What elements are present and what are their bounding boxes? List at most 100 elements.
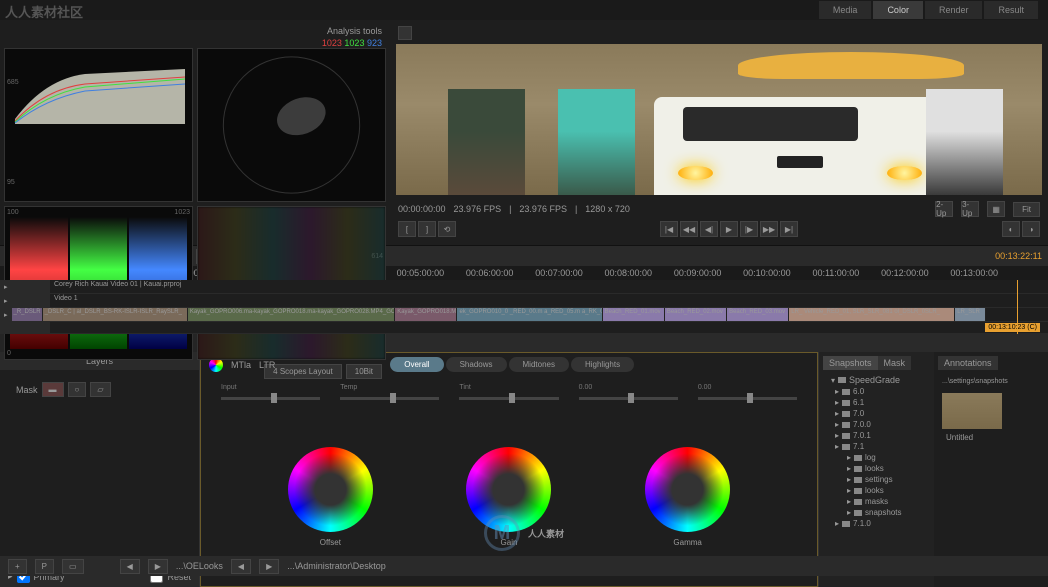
bb-path2: ...\Administrator\Desktop (287, 561, 386, 571)
wheel-offset[interactable] (288, 447, 373, 532)
tree-item[interactable]: ▸ 7.0 (823, 408, 930, 419)
timeline-clip[interactable]: Kayak_GOPRO006.ma-kayak_GOPRO018.ma-kaya… (188, 308, 395, 321)
viewer-fps1: 23.976 FPS (454, 204, 502, 214)
tree-item[interactable]: ▸ 6.0 (823, 386, 930, 397)
slider-4[interactable] (579, 397, 678, 400)
viewer-opt1-button[interactable]: ◐ (1002, 221, 1020, 237)
out-point-button[interactable]: ] (418, 221, 436, 237)
tree-root[interactable]: ▾ SpeedGrade (823, 374, 930, 386)
bb-nav-back[interactable]: ◀ (120, 559, 140, 574)
tab-result[interactable]: Result (984, 1, 1038, 19)
tree-item[interactable]: ▸ masks (823, 496, 930, 507)
tree-item[interactable]: ▸ settings (823, 474, 930, 485)
bb-opt2[interactable]: ▭ (62, 559, 84, 574)
bb-nav-back2[interactable]: ◀ (231, 559, 251, 574)
fit-dropdown[interactable]: Fit (1013, 202, 1040, 217)
viewer-opt2-button[interactable]: ◑ (1022, 221, 1040, 237)
tab-media[interactable]: Media (819, 1, 872, 19)
top-bar: Media Color Render Result (0, 0, 1048, 20)
up3-button[interactable]: 3-Up (961, 201, 979, 217)
rgb-g: 1023 (344, 38, 364, 48)
tree-item[interactable]: ▸ 6.1 (823, 397, 930, 408)
viewer-timecode: 00:00:00:00 (398, 204, 446, 214)
tree-item[interactable]: ▸ looks (823, 463, 930, 474)
goto-end-button[interactable]: ▶| (780, 221, 798, 237)
playhead[interactable] (1017, 280, 1018, 334)
slider-tint[interactable] (459, 397, 558, 400)
ffwd-button[interactable]: ▶▶ (760, 221, 778, 237)
up2-button[interactable]: 2-Up (935, 201, 953, 217)
track-head-v1[interactable]: ▸ (0, 294, 50, 307)
mtla-label[interactable]: MTla (231, 360, 251, 370)
timeline-clip[interactable]: Beach_RED_02.mov (665, 308, 727, 321)
ltr-label[interactable]: LTR (259, 360, 275, 370)
rewind-button[interactable]: ◀◀ (680, 221, 698, 237)
rgb-r: 1023 (322, 38, 342, 48)
mode-highlights[interactable]: Highlights (571, 357, 634, 372)
tl-tc-readout: 00:13:10:23 (C) (985, 323, 1040, 332)
viewer-panel: 00:00:00:00 23.976 FPS| 23.976 FPS| 1280… (390, 20, 1048, 245)
play-button[interactable]: ▶ (720, 221, 738, 237)
viewer-fps2: 23.976 FPS (519, 204, 567, 214)
viewer-res: 1280 x 720 (585, 204, 630, 214)
scopes-panel: Analysis tools 1023 1023 923 685 95 100 … (0, 20, 390, 245)
tree-item[interactable]: ▸ 7.1.0 (823, 518, 930, 529)
rtab-snapshots[interactable]: Snapshots (823, 356, 878, 370)
loop-button[interactable]: ⟲ (438, 221, 456, 237)
snapshot-path: ...\settings\snapshots (938, 374, 1044, 389)
timeline-clip[interactable]: ek_GOPRO010_0 _RED_00.m a_RED_05.m a_RK_… (457, 308, 602, 321)
step-back-button[interactable]: ◀| (700, 221, 718, 237)
rtab-mask[interactable]: Mask (878, 356, 912, 370)
bb-add-icon[interactable]: + (8, 559, 27, 574)
tree-item[interactable]: ▸ log (823, 452, 930, 463)
mask-btn2[interactable]: ○ (68, 382, 87, 397)
timeline-clip[interactable]: Kayak_GOPRO018.MP4 (395, 308, 457, 321)
timeline-clip[interactable]: Beach_RED_01.mov (603, 308, 665, 321)
tree-item[interactable]: ▸ snapshots (823, 507, 930, 518)
bb-opt1[interactable]: P (35, 559, 54, 574)
tree-item[interactable]: ▸ looks (823, 485, 930, 496)
tree-item[interactable]: ▸ 7.1 (823, 441, 930, 452)
slider-input[interactable] (221, 397, 320, 400)
timeline-clip[interactable]: Beach_RED_03.mov (727, 308, 789, 321)
scope-waveform[interactable]: 685 95 (4, 48, 193, 202)
clips-row[interactable]: _R_DSLR_DSLR_C | al_DSLR_BS-RK-ISLR-ISLR… (12, 308, 1048, 321)
slider-temp[interactable] (340, 397, 439, 400)
viewer-image[interactable] (396, 44, 1042, 195)
sequence-name: Corey Rich Kauai Video 01 | Kauai.prproj (50, 280, 185, 293)
tab-color[interactable]: Color (873, 1, 923, 19)
timeline-clip[interactable]: LR_SLR (955, 308, 986, 321)
track-head-seq[interactable]: ▸ (0, 280, 50, 293)
timeline-clip[interactable]: _DSLR_C | al_DSLR_BS-RK-ISLR-ISLR_RaySLR… (43, 308, 188, 321)
mode-overall[interactable]: Overall (390, 357, 443, 372)
tab-render[interactable]: Render (925, 1, 983, 19)
step-fwd-button[interactable]: |▶ (740, 221, 758, 237)
bb-path1: ...\OELooks (176, 561, 223, 571)
timeline-clip[interactable]: LR_ Vehicle_RED_01, SLR_SLR_081 ol_DSLR_… (789, 308, 955, 321)
mask-btn3[interactable]: ▱ (90, 382, 110, 397)
watermark-logo-icon: M (484, 515, 520, 551)
grid-icon[interactable]: ▦ (987, 201, 1005, 217)
scopes-header-right: Analysis tools (327, 26, 382, 36)
in-point-button[interactable]: [ (398, 221, 416, 237)
tree-item[interactable]: ▸ 7.0.0 (823, 419, 930, 430)
snapshot-thumb[interactable] (942, 393, 1002, 429)
rgb-b: 923 (367, 38, 382, 48)
bb-nav-fwd2[interactable]: ▶ (259, 559, 279, 574)
tree-item[interactable]: ▸ 7.0.1 (823, 430, 930, 441)
slider-5[interactable] (698, 397, 797, 400)
timeline-clip[interactable]: _R_DSLR (12, 308, 43, 321)
viewer-menu-icon[interactable] (398, 26, 412, 40)
rtab-annot[interactable]: Annotations (938, 356, 998, 370)
track-head-clips[interactable]: ▸ (0, 308, 12, 321)
watermark-topleft: 人人素材社区 (5, 2, 83, 21)
bb-nav-fwd[interactable]: ▶ (148, 559, 168, 574)
goto-start-button[interactable]: |◀ (660, 221, 678, 237)
scope-vectorscope[interactable] (197, 48, 386, 202)
mask-btn1[interactable]: ▬ (42, 382, 64, 397)
bottom-bar: + P ▭ ◀ ▶ ...\OELooks ◀ ▶ ...\Administra… (0, 556, 1048, 576)
mode-midtones[interactable]: Midtones (509, 357, 569, 372)
wheel-gamma[interactable] (645, 447, 730, 532)
mode-shadows[interactable]: Shadows (446, 357, 507, 372)
layers-panel: Layers Mask ▬ ○ ▱ ▸ Primary Reset (0, 352, 200, 587)
